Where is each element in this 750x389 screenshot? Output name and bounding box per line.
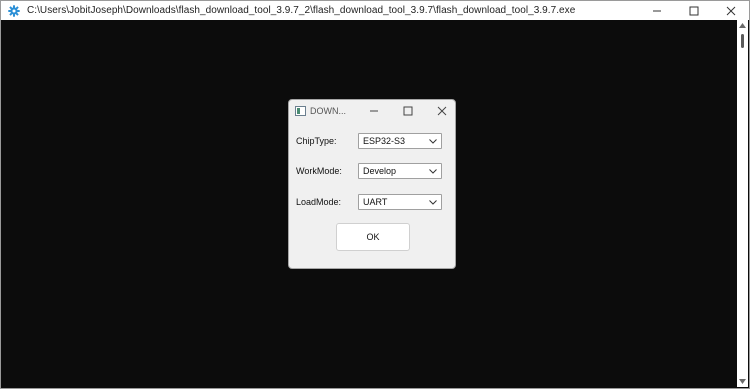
window-controls [638, 1, 749, 20]
chevron-down-icon [429, 167, 437, 175]
scroll-thumb[interactable] [741, 34, 744, 48]
dialog-minimize-icon[interactable] [357, 100, 391, 122]
scroll-down-arrow-icon[interactable] [737, 376, 748, 387]
workmode-label: WorkMode: [296, 166, 342, 176]
download-dialog: DOWN... ChipType: ESP32-S3 WorkMode: Dev… [288, 99, 456, 269]
console-titlebar[interactable]: C:\Users\JobitJoseph\Downloads\flash_dow… [1, 1, 749, 20]
minimize-icon[interactable] [638, 1, 675, 20]
window-app-icon [295, 106, 306, 116]
chiptype-select[interactable]: ESP32-S3 [358, 133, 442, 149]
dialog-close-icon[interactable] [425, 100, 459, 122]
chevron-down-icon [429, 137, 437, 145]
console-title: C:\Users\JobitJoseph\Downloads\flash_dow… [27, 5, 576, 16]
loadmode-label: LoadMode: [296, 197, 342, 207]
loadmode-select[interactable]: UART [358, 194, 442, 210]
workmode-row: WorkMode: Develop [296, 163, 442, 179]
dialog-window-controls [357, 100, 459, 122]
chevron-down-icon [429, 198, 437, 206]
dialog-title: DOWN... [310, 106, 346, 116]
loadmode-value: UART [363, 197, 388, 207]
close-icon[interactable] [712, 1, 749, 20]
maximize-icon[interactable] [675, 1, 712, 20]
chiptype-value: ESP32-S3 [363, 136, 406, 146]
workmode-value: Develop [363, 166, 397, 176]
console-scrollbar[interactable] [737, 20, 748, 387]
workmode-select[interactable]: Develop [358, 163, 442, 179]
dialog-titlebar[interactable]: DOWN... [289, 100, 455, 122]
loadmode-row: LoadMode: UART [296, 194, 442, 210]
gear-icon [7, 4, 21, 18]
ok-button[interactable]: OK [336, 223, 410, 251]
chiptype-label: ChipType: [296, 136, 337, 146]
chiptype-row: ChipType: ESP32-S3 [296, 133, 442, 149]
scroll-up-arrow-icon[interactable] [737, 20, 748, 31]
dialog-maximize-icon[interactable] [391, 100, 425, 122]
